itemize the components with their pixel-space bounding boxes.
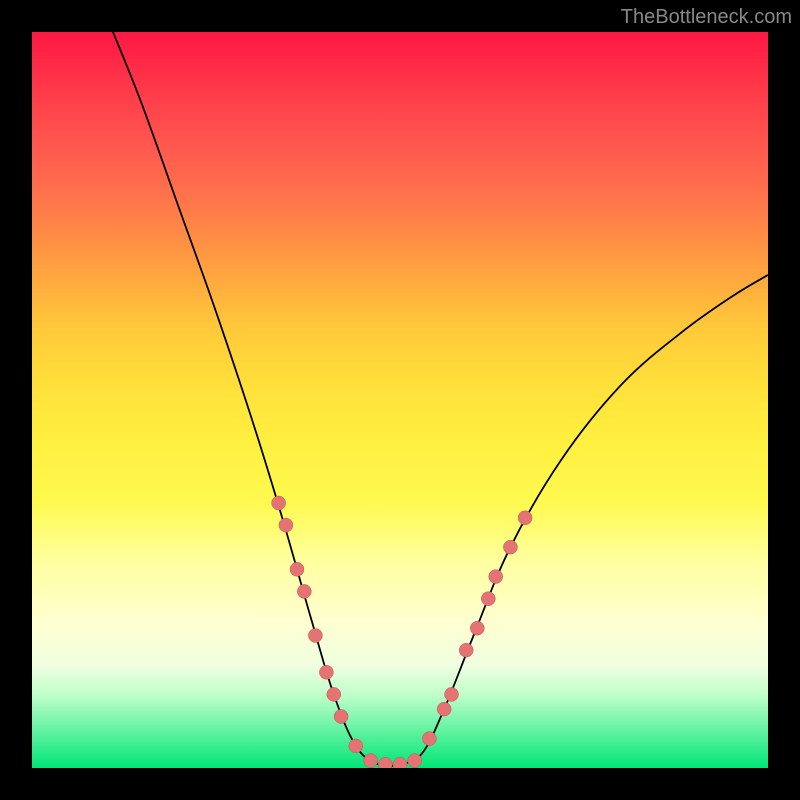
- chart-svg: [32, 32, 768, 768]
- data-marker: [481, 592, 495, 606]
- data-marker: [334, 710, 348, 724]
- watermark-text: TheBottleneck.com: [621, 6, 792, 29]
- data-marker: [408, 754, 422, 768]
- data-marker: [349, 739, 363, 753]
- chart-plot-area: [32, 32, 768, 768]
- data-marker: [422, 732, 436, 746]
- data-marker: [297, 584, 311, 598]
- data-marker: [503, 540, 517, 554]
- data-markers-group: [272, 496, 532, 768]
- data-marker: [437, 702, 451, 716]
- data-marker: [279, 518, 293, 532]
- data-marker: [459, 643, 473, 657]
- data-marker: [393, 757, 407, 768]
- data-marker: [272, 496, 286, 510]
- data-marker: [470, 621, 484, 635]
- data-marker: [290, 562, 304, 576]
- data-marker: [327, 687, 341, 701]
- data-marker: [445, 687, 459, 701]
- data-marker: [518, 511, 532, 525]
- data-marker: [364, 754, 378, 768]
- data-marker: [489, 570, 503, 584]
- data-marker: [319, 665, 333, 679]
- bottleneck-curve: [113, 32, 768, 766]
- data-marker: [308, 629, 322, 643]
- data-marker: [378, 757, 392, 768]
